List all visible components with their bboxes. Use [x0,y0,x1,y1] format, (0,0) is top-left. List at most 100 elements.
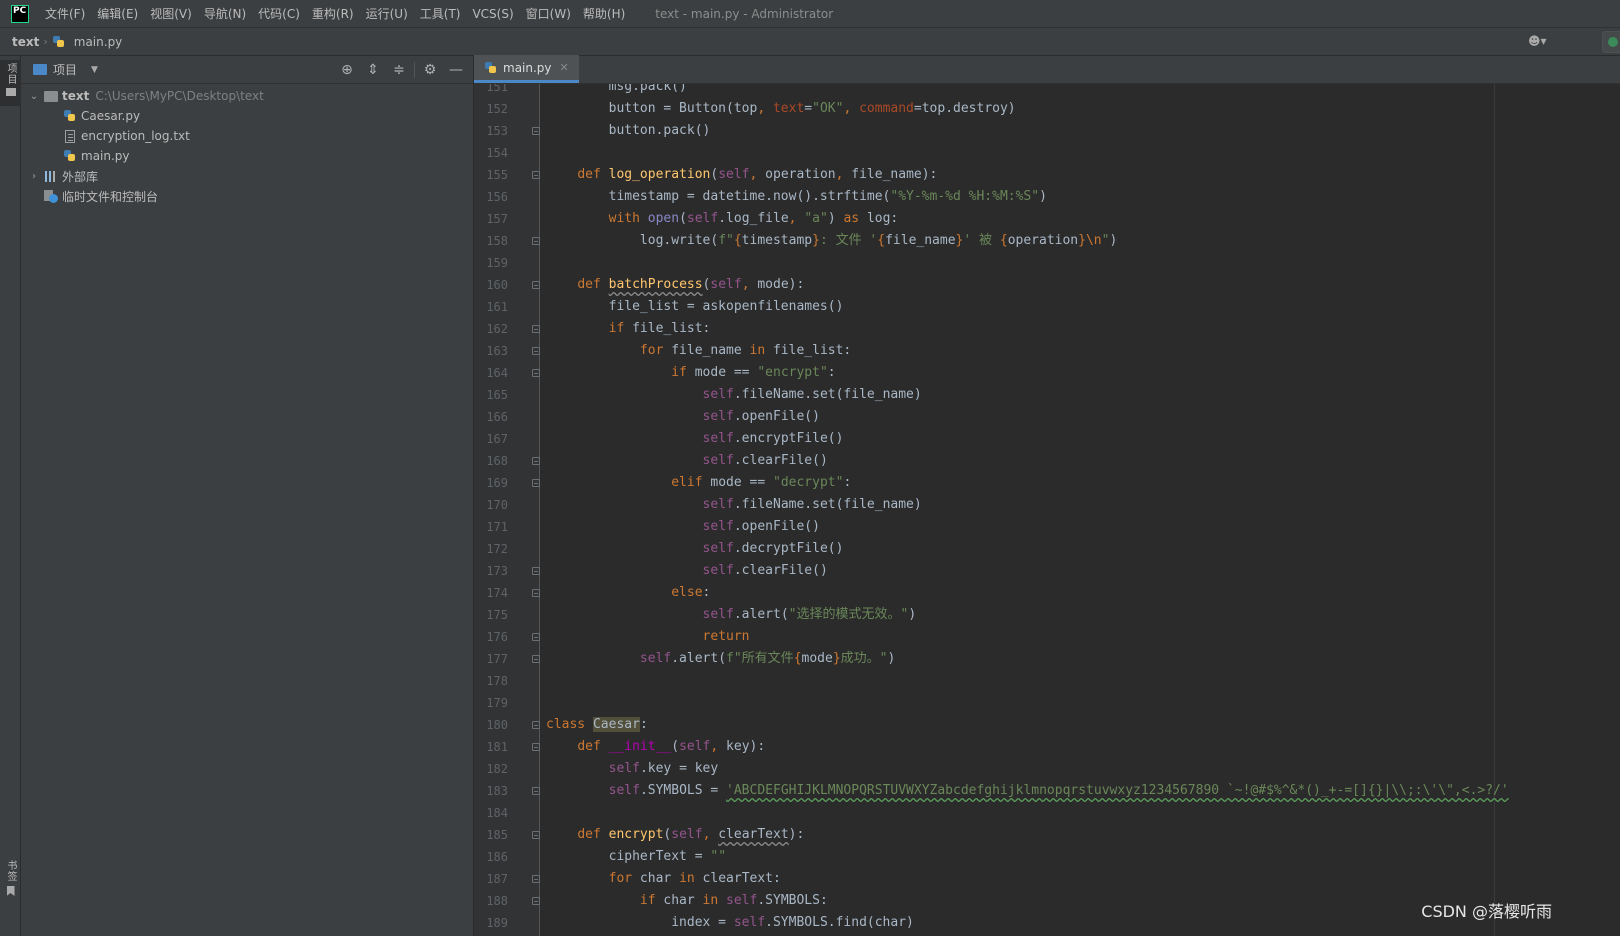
gear-icon[interactable]: ⚙ [417,62,443,78]
fold-marker-icon[interactable] [532,633,540,641]
code-line[interactable]: 170 self.fileName.set(file_name) [474,494,1620,516]
fold-marker-icon[interactable] [532,831,540,839]
code-line[interactable]: 177 self.alert(f"所有文件{mode}成功。") [474,648,1620,670]
fold-marker-icon[interactable] [532,347,540,355]
fold-marker-icon[interactable] [532,237,540,245]
code-line[interactable]: 161 file_list = askopenfilenames() [474,296,1620,318]
line-number: 187 [486,872,508,886]
menu-run[interactable]: 运行(U) [360,0,414,28]
close-icon[interactable]: ✕ [560,61,569,74]
expand-all-icon[interactable]: ⇕ [360,62,386,78]
code-line[interactable]: 159 [474,252,1620,274]
code-line[interactable]: 187 for char in clearText: [474,868,1620,890]
code-line[interactable]: 168 self.clearFile() [474,450,1620,472]
tree-item-caesar-py[interactable]: Caesar.py [21,106,473,126]
collapse-all-icon[interactable]: ≑ [386,62,412,78]
code-line[interactable]: 178 [474,670,1620,692]
code-line[interactable]: 180 class Caesar: [474,714,1620,736]
code-line[interactable]: 154 [474,142,1620,164]
fold-marker-icon[interactable] [532,787,540,795]
user-account-icon[interactable]: ☻▾ [1528,34,1554,50]
menu-vcs[interactable]: VCS(S) [466,0,519,28]
code-line[interactable]: 165 self.fileName.set(file_name) [474,384,1620,406]
code-line[interactable]: 185 def encrypt(self, clearText): [474,824,1620,846]
chevron-down-icon[interactable]: ⌄ [27,91,41,102]
menu-navigate[interactable]: 导航(N) [198,0,252,28]
tree-root-name: text [62,89,90,103]
code-line[interactable]: 183 self.SYMBOLS = 'ABCDEFGHIJKLMNOPQRST… [474,780,1620,802]
fold-marker-icon[interactable] [532,369,540,377]
fold-marker-icon[interactable] [532,127,540,135]
fold-marker-icon[interactable] [532,875,540,883]
bookmarks-tool-window-button[interactable]: 书签 [0,860,21,904]
menu-refactor[interactable]: 重构(R) [306,0,360,28]
code-line[interactable]: 182 self.key = key [474,758,1620,780]
chevron-down-icon[interactable]: ▼ [91,65,98,75]
code-line[interactable]: 163 for file_name in file_list: [474,340,1620,362]
fold-marker-icon[interactable] [532,457,540,465]
fold-marker-icon[interactable] [532,721,540,729]
code-line[interactable]: 158 log.write(f"{timestamp}: 文件 '{file_n… [474,230,1620,252]
menu-tools[interactable]: 工具(T) [414,0,467,28]
fold-marker-icon[interactable] [532,743,540,751]
code-line[interactable]: 179 [474,692,1620,714]
code-line[interactable]: 162 if file_list: [474,318,1620,340]
code-text: button = Button(top, text="OK", command=… [546,101,1016,116]
code-line[interactable]: 157 with open(self.log_file, "a") as log… [474,208,1620,230]
code-line[interactable]: 151 msg.pack() [474,84,1620,98]
tree-item-encryption-log[interactable]: encryption_log.txt [21,126,473,146]
minimize-icon[interactable]: — [443,62,469,78]
menu-help[interactable]: 帮助(H) [577,0,631,28]
code-line[interactable]: 184 [474,802,1620,824]
fold-marker-icon[interactable] [532,325,540,333]
tab-main-py[interactable]: main.py ✕ [474,55,579,83]
scratch-console-icon [44,189,58,203]
code-text: timestamp = datetime.now().strftime("%Y-… [546,189,1047,204]
code-line[interactable]: 164 if mode == "encrypt": [474,362,1620,384]
breadcrumb-file[interactable]: main.py [74,35,123,49]
code-line[interactable]: 181 def __init__(self, key): [474,736,1620,758]
fold-marker-icon[interactable] [532,567,540,575]
tree-item-scratches[interactable]: 临时文件和控制台 [21,186,473,206]
menu-file[interactable]: 文件(F) [39,0,91,28]
project-panel-title[interactable]: 项目 [53,61,77,78]
code-line[interactable]: 167 self.encryptFile() [474,428,1620,450]
code-line[interactable]: 173 self.clearFile() [474,560,1620,582]
code-text: def encrypt(self, clearText): [577,827,805,842]
code-line[interactable]: 172 self.decryptFile() [474,538,1620,560]
fold-marker-icon[interactable] [532,479,540,487]
menu-view[interactable]: 视图(V) [144,0,198,28]
tree-item-main-py[interactable]: main.py [21,146,473,166]
fold-marker-icon[interactable] [532,171,540,179]
code-line[interactable]: 152 button = Button(top, text="OK", comm… [474,98,1620,120]
code-line[interactable]: 166 self.openFile() [474,406,1620,428]
code-line[interactable]: 153 button.pack() [474,120,1620,142]
code-line[interactable]: 176 return [474,626,1620,648]
run-widget-button[interactable] [1602,31,1620,53]
library-icon [44,170,58,182]
fold-marker-icon[interactable] [532,589,540,597]
project-panel: 项目 ▼ ⊕ ⇕ ≑ ⚙ — ⌄ text C:\Users\MyPC\Desk… [21,56,474,936]
breadcrumb-project[interactable]: text [12,35,39,49]
code-editor[interactable]: 151 msg.pack() 152 button = Button(top, t… [474,84,1620,936]
code-line[interactable]: 174 else: [474,582,1620,604]
select-opened-file-icon[interactable]: ⊕ [334,62,360,78]
menu-edit[interactable]: 编辑(E) [91,0,144,28]
code-line[interactable]: 169 elif mode == "decrypt": [474,472,1620,494]
code-text: button.pack() [546,123,711,138]
menu-window[interactable]: 窗口(W) [520,0,577,28]
chevron-right-icon[interactable]: › [27,171,41,182]
fold-marker-icon[interactable] [532,281,540,289]
project-tool-window-button[interactable]: 项目 [0,60,21,106]
fold-marker-icon[interactable] [532,655,540,663]
tree-item-external-libraries[interactable]: › 外部库 [21,166,473,186]
code-line[interactable]: 160 def batchProcess(self, mode): [474,274,1620,296]
tree-item-root[interactable]: ⌄ text C:\Users\MyPC\Desktop\text [21,86,473,106]
code-line[interactable]: 171 self.openFile() [474,516,1620,538]
menu-code[interactable]: 代码(C) [252,0,306,28]
code-line[interactable]: 175 self.alert("选择的模式无效。") [474,604,1620,626]
code-line[interactable]: 156 timestamp = datetime.now().strftime(… [474,186,1620,208]
code-line[interactable]: 155 def log_operation(self, operation, f… [474,164,1620,186]
fold-marker-icon[interactable] [532,897,540,905]
code-line[interactable]: 186 cipherText = "" [474,846,1620,868]
